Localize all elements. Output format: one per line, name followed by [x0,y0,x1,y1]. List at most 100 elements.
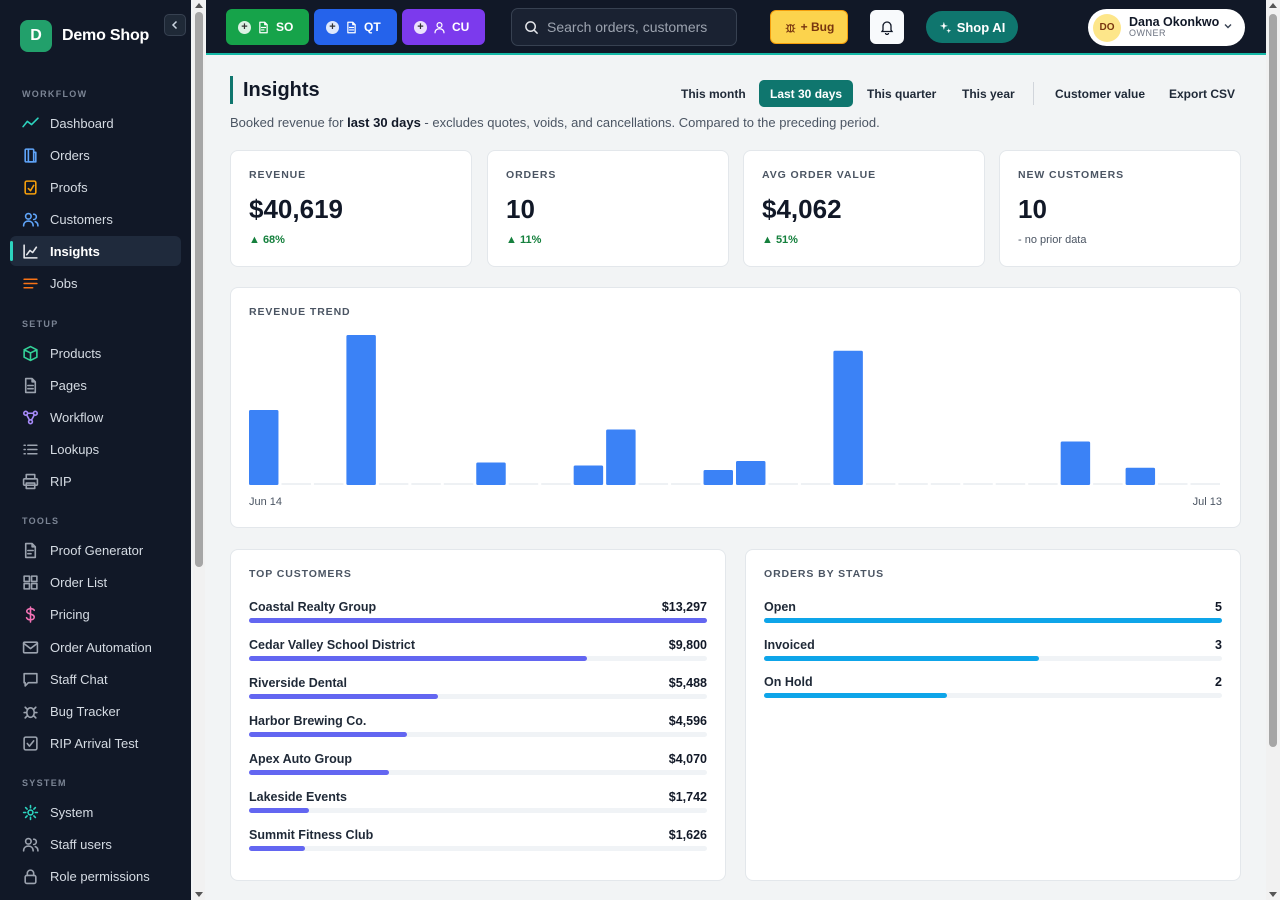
search-input[interactable] [547,19,717,35]
customer-row[interactable]: Harbor Brewing Co. $4,596 [249,714,707,744]
sidebar-item-insights[interactable]: Insights [10,236,181,266]
row-value: 3 [1215,638,1222,652]
action-customer-value-button[interactable]: Customer value [1044,80,1156,107]
status-row[interactable]: On Hold 2 [764,675,1222,705]
scroll-up-arrow[interactable] [1269,3,1277,8]
sidebar-item-proof-generator[interactable]: Proof Generator [10,535,181,565]
sidebar-item-order-automation[interactable]: Order Automation [10,632,181,662]
plus-icon: + [414,20,427,34]
box-icon [23,345,38,361]
sidebar-item-role-permissions[interactable]: Role permissions [10,861,181,891]
revenue-trend-card: REVENUE TREND Jun 14 Jul 13 [230,287,1241,528]
quick-create-label: CU [452,20,470,34]
range-this-quarter-button[interactable]: This quarter [856,80,947,107]
sidebar-item-label: Proofs [50,179,88,195]
sidebar-item-dashboard[interactable]: Dashboard [10,108,181,138]
bar-track [764,618,1222,623]
row-label: Coastal Realty Group [249,600,377,614]
sidebar-item-label: RIP [50,473,72,489]
status-row[interactable]: Invoiced 3 [764,638,1222,668]
row-value: 5 [1215,600,1222,614]
revenue-bar[interactable] [1125,467,1156,485]
main-scroll-thumb[interactable] [1269,14,1277,747]
range-last-30-days-button[interactable]: Last 30 days [759,80,854,107]
page-icon [24,377,37,393]
bar-fill [249,808,309,813]
sidebar-item-label: Workflow [50,409,104,425]
action-export-csv-button[interactable]: Export CSV [1158,80,1246,107]
sidebar-item-label: Proof Generator [50,542,144,558]
lock-icon [24,868,37,884]
scroll-up-arrow[interactable] [195,3,203,8]
sidebar-item-bug-tracker[interactable]: Bug Tracker [10,696,181,726]
notifications-button[interactable] [870,10,904,44]
brand[interactable]: D Demo Shop [20,20,149,52]
sidebar-item-jobs[interactable]: Jobs [10,268,181,298]
sidebar-item-workflow[interactable]: Workflow [10,402,181,432]
bar-baseline [865,483,896,485]
row-value: $1,626 [668,828,707,842]
sidebar-item-pages[interactable]: Pages [10,370,181,400]
bar-track [764,656,1222,661]
bar-baseline [378,483,409,485]
sidebar-item-rip-arrival-test[interactable]: RIP Arrival Test [10,728,181,758]
sidebar-scrollbar[interactable] [193,0,205,900]
sidebar-item-label: Role permissions [50,868,150,884]
sidebar-scroll-thumb[interactable] [195,12,203,567]
brand-logo: D [20,20,52,52]
sidebar-item-staff-users[interactable]: Staff users [10,829,181,859]
revenue-bar[interactable] [346,335,376,485]
subtitle-text: Booked revenue for [230,115,348,130]
revenue-bar[interactable] [476,462,506,486]
revenue-bar[interactable] [703,470,733,485]
kpi-delta: - no prior data [1018,234,1087,246]
sidebar-item-rip[interactable]: RIP [10,466,181,496]
scroll-down-arrow[interactable] [195,892,203,897]
bar-track [249,656,707,661]
range-this-month-button[interactable]: This month [670,80,757,107]
top-customers-card: TOP CUSTOMERS Coastal Realty Group $13,2… [230,549,726,881]
revenue-bar[interactable] [606,429,636,486]
sidebar-item-system[interactable]: System [10,797,181,827]
bar-baseline [1158,483,1188,485]
sidebar-item-staff-chat[interactable]: Staff Chat [10,664,181,694]
revenue-bar[interactable] [1060,441,1091,486]
sidebar-item-products[interactable]: Products [10,338,181,368]
revenue-bar[interactable] [249,410,279,485]
customer-row[interactable]: Summit Fitness Club $1,626 [249,828,707,858]
customer-row[interactable]: Coastal Realty Group $13,297 [249,600,707,630]
range-this-year-button[interactable]: This year [951,80,1026,107]
bar-baseline [443,483,474,485]
customer-row[interactable]: Cedar Valley School District $9,800 [249,638,707,668]
bar-track [764,693,1222,698]
customer-row[interactable]: Apex Auto Group $4,070 [249,752,707,782]
status-row[interactable]: Open 5 [764,600,1222,630]
main-scrollbar[interactable] [1266,0,1280,900]
sidebar-item-lookups[interactable]: Lookups [10,434,181,464]
shop-ai-button[interactable]: Shop AI [926,11,1018,43]
revenue-bar[interactable] [736,461,766,485]
kpi-label: AVG ORDER VALUE [762,169,877,181]
row-label: On Hold [764,675,813,689]
revenue-bar[interactable] [573,465,604,486]
customer-row[interactable]: Riverside Dental $5,488 [249,676,707,706]
user-icon [434,21,445,33]
quick-create-so-button[interactable]: + SO [226,9,309,45]
user-menu[interactable]: DO Dana Okonkwo OWNER [1088,9,1245,46]
search-box[interactable] [511,8,737,46]
revenue-bar[interactable] [833,350,863,485]
quick-create-cu-button[interactable]: + CU [402,9,485,45]
report-bug-button[interactable]: + Bug [770,10,848,44]
collapse-sidebar-button[interactable] [164,14,186,36]
sidebar-item-orders[interactable]: Orders [10,140,181,170]
sidebar-item-customers[interactable]: Customers [10,204,181,234]
sidebar-item-proofs[interactable]: Proofs [10,172,181,202]
quick-create-qt-button[interactable]: + QT [314,9,397,45]
user-role: OWNER [1129,28,1166,39]
scroll-down-arrow[interactable] [1269,892,1277,897]
customer-row[interactable]: Lakeside Events $1,742 [249,790,707,820]
sidebar-item-order-list[interactable]: Order List [10,567,181,597]
sidebar-item-pricing[interactable]: Pricing [10,599,181,629]
sparkle-icon [939,21,951,33]
sidebar-item-label: Order Automation [50,639,152,655]
